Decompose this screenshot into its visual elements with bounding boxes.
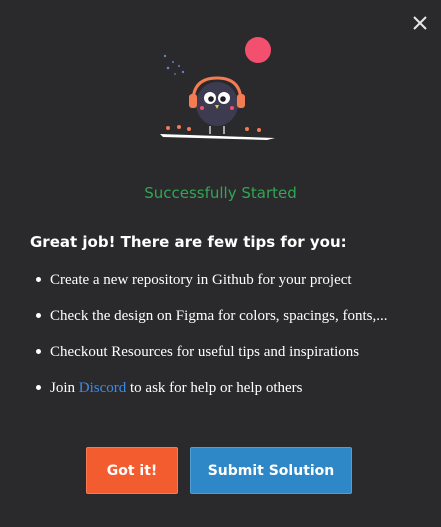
close-icon[interactable] [411, 14, 429, 32]
tip-item-github: Create a new repository in Github for yo… [30, 268, 420, 292]
submit-solution-button[interactable]: Submit Solution [190, 447, 352, 494]
tip-item-figma: Check the design on Figma for colors, sp… [30, 304, 420, 328]
tips-heading: Great job! There are few tips for you: [30, 233, 347, 251]
owl-with-headphones-illustration [155, 36, 285, 146]
tip-item-discord: Join Discord to ask for help or help oth… [30, 376, 420, 400]
discord-link[interactable]: Discord [79, 380, 127, 396]
tip-text: Create a new repository in Github for yo… [50, 272, 352, 288]
tip-text: Check the design on Figma for colors, sp… [50, 308, 388, 324]
tip-suffix: to ask for help or help others [126, 380, 303, 396]
tip-prefix: Join [50, 380, 79, 396]
got-it-button[interactable]: Got it! [86, 447, 178, 494]
tip-item-resources: Checkout Resources for useful tips and i… [30, 340, 420, 364]
status-text: Successfully Started [144, 184, 297, 202]
welcome-modal: Successfully Started Great job! There ar… [0, 0, 441, 527]
tip-text: Checkout Resources for useful tips and i… [50, 344, 360, 360]
tips-list: Create a new repository in Github for yo… [30, 268, 420, 412]
